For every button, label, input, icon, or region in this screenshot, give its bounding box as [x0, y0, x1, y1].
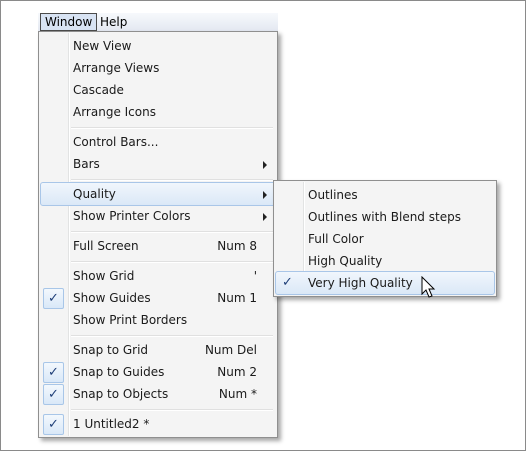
menu-bar: Window Help	[38, 13, 278, 32]
checkmark-icon: ✓	[43, 288, 64, 309]
menu-item-label: Full Color	[308, 232, 364, 246]
menu-separator	[71, 409, 273, 411]
menu-item-label: Snap to Objects	[73, 387, 169, 401]
menu-item-label: Cascade	[73, 83, 124, 97]
menu-separator	[71, 179, 273, 181]
menu-item-snap-to-grid[interactable]: Snap to Grid Num Del	[41, 339, 275, 361]
menu-item-label: Snap to Guides	[73, 365, 165, 379]
menu-item-control-bars[interactable]: Control Bars...	[41, 131, 275, 153]
menu-item-label: Quality	[73, 187, 116, 201]
menu-help[interactable]: Help	[96, 14, 131, 30]
menu-item-arrange-views[interactable]: Arrange Views	[41, 57, 275, 79]
menu-item-label: Bars	[73, 157, 100, 171]
menu-item-label: New View	[73, 39, 132, 53]
submenu-arrow-icon	[263, 191, 267, 199]
menu-item-full-screen[interactable]: Full Screen Num 8	[41, 235, 275, 257]
checkmark-icon: ✓	[43, 384, 64, 405]
checkmark-icon: ✓	[282, 275, 293, 290]
menu-item-show-print-borders[interactable]: Show Print Borders	[41, 309, 275, 331]
quality-submenu: Outlines Outlines with Blend steps Full …	[273, 180, 497, 297]
menu-item-label: Arrange Icons	[73, 105, 156, 119]
menu-item-show-guides[interactable]: ✓ Show Guides Num 1	[41, 287, 275, 309]
menu-separator	[71, 231, 273, 233]
menu-item-label: Show Guides	[73, 291, 151, 305]
menu-item-new-view[interactable]: New View	[41, 35, 275, 57]
menu-separator	[71, 335, 273, 337]
menu-item-label: Show Printer Colors	[73, 209, 191, 223]
menu-item-full-color[interactable]: Full Color	[276, 228, 494, 250]
shortcut-text: Num Del	[204, 343, 257, 357]
menu-item-label: Full Screen	[73, 239, 139, 253]
menu-item-label: High Quality	[308, 254, 383, 268]
menu-item-label: Arrange Views	[73, 61, 160, 75]
shortcut-text: Num 8	[217, 239, 257, 253]
menu-item-outlines[interactable]: Outlines	[276, 184, 494, 206]
menu-item-outlines-with-blend-steps[interactable]: Outlines with Blend steps	[276, 206, 494, 228]
menu-item-untitled-document[interactable]: ✓ 1 Untitled2 *	[41, 413, 275, 435]
menu-item-show-grid[interactable]: Show Grid '	[41, 265, 275, 287]
shortcut-text: Num 1	[217, 291, 257, 305]
menu-item-show-printer-colors[interactable]: Show Printer Colors	[41, 205, 275, 227]
shortcut-text: '	[253, 269, 257, 283]
submenu-arrow-icon	[263, 161, 267, 169]
submenu-arrow-icon	[263, 213, 267, 221]
shortcut-text: Num *	[218, 387, 257, 401]
menu-window[interactable]: Window	[40, 13, 98, 31]
menu-item-label: Outlines with Blend steps	[308, 210, 461, 224]
shortcut-text: Num 2	[217, 365, 257, 379]
checkmark-icon: ✓	[43, 414, 64, 435]
menu-item-label: Show Grid	[73, 269, 135, 283]
menu-item-very-high-quality[interactable]: ✓ Very High Quality	[275, 271, 495, 295]
checkmark-icon: ✓	[43, 362, 64, 383]
mouse-pointer-icon	[421, 276, 436, 298]
menu-item-label: Control Bars...	[73, 135, 159, 149]
menu-separator	[71, 261, 273, 263]
menu-item-cascade[interactable]: Cascade	[41, 79, 275, 101]
menu-item-label: 1 Untitled2 *	[73, 417, 150, 431]
menu-item-quality[interactable]: Quality	[40, 182, 276, 206]
menu-item-label: Show Print Borders	[73, 313, 188, 327]
menu-separator	[71, 127, 273, 129]
menu-item-high-quality[interactable]: High Quality	[276, 250, 494, 272]
menu-item-label: Outlines	[308, 188, 358, 202]
menu-item-snap-to-objects[interactable]: ✓ Snap to Objects Num *	[41, 383, 275, 405]
menu-item-snap-to-guides[interactable]: ✓ Snap to Guides Num 2	[41, 361, 275, 383]
menu-item-label: Very High Quality	[308, 276, 413, 290]
menu-item-label: Snap to Grid	[73, 343, 149, 357]
menu-item-arrange-icons[interactable]: Arrange Icons	[41, 101, 275, 123]
window-menu: New View Arrange Views Cascade Arrange I…	[38, 31, 278, 438]
menu-item-bars[interactable]: Bars	[41, 153, 275, 175]
